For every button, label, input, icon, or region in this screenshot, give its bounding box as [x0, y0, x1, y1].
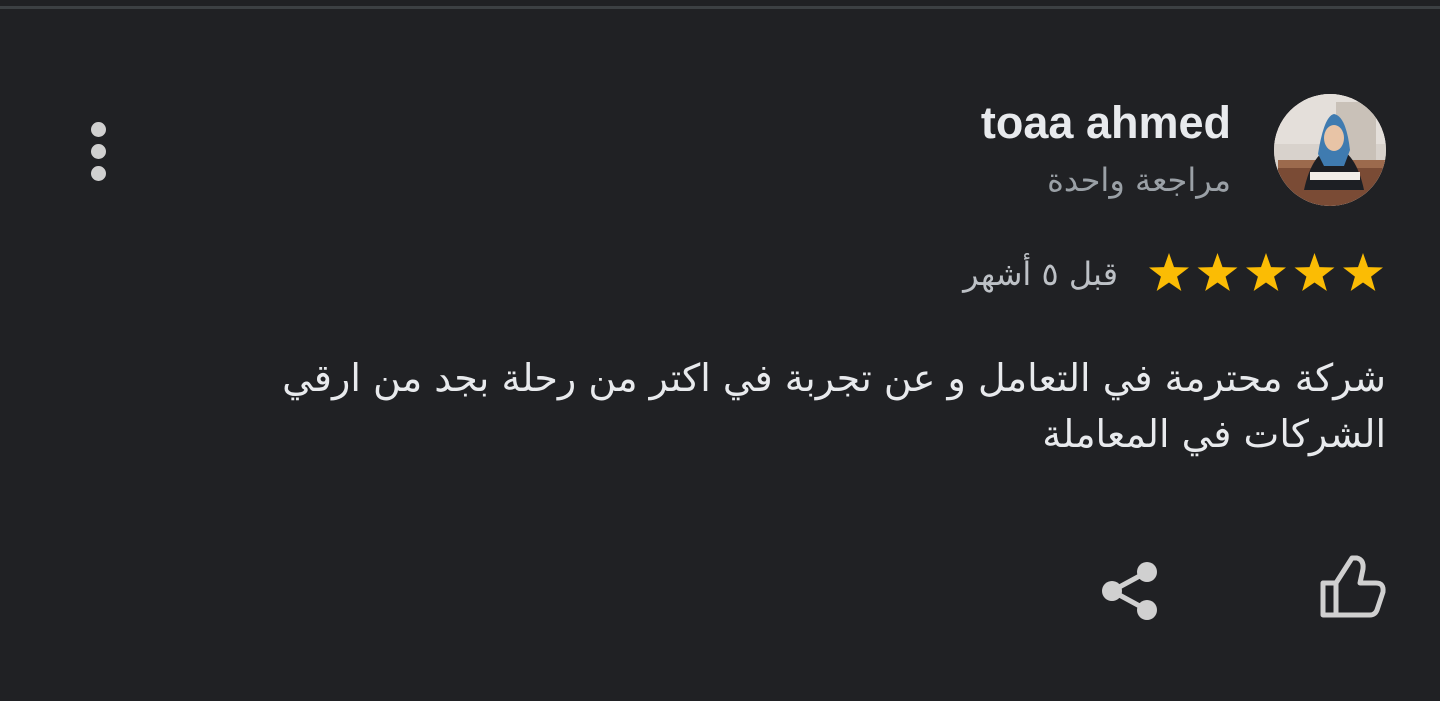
more-vertical-icon-dot: [90, 143, 106, 159]
share-icon: [1102, 562, 1157, 620]
star-icon: [1149, 253, 1189, 291]
review-time: قبل ٥ أشهر: [963, 255, 1118, 293]
author-review-count: مراجعة واحدة: [1047, 161, 1231, 199]
author-name[interactable]: toaa ahmed: [981, 96, 1231, 150]
star-icon: [1294, 253, 1335, 291]
avatar-photo: [1274, 94, 1386, 206]
more-vertical-icon-dot: [90, 165, 106, 181]
star-icon: [1246, 253, 1286, 291]
author-avatar[interactable]: [1274, 94, 1386, 206]
more-vertical-icon-dot: [90, 121, 106, 137]
star-rating: [1149, 253, 1383, 291]
more-options-button[interactable]: [74, 118, 122, 184]
review-text: شركة محترمة في التعامل و عن تجربة في اكت…: [282, 356, 1386, 456]
thumbs-up-icon: [1320, 555, 1386, 618]
like-button[interactable]: [1314, 550, 1392, 628]
star-icon: [1197, 253, 1238, 291]
share-button[interactable]: [1094, 556, 1164, 626]
star-icon: [1343, 253, 1383, 291]
